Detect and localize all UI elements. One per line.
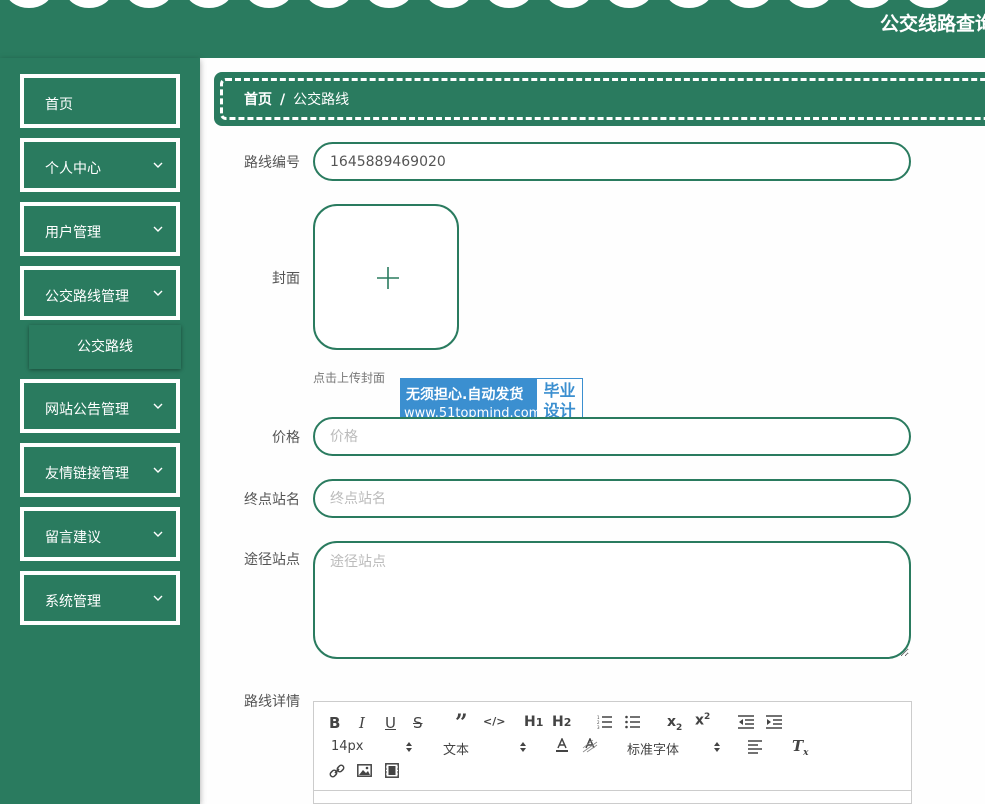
cover-label: 封面 [272, 271, 300, 287]
clean-format-icon[interactable]: Tx [792, 737, 809, 758]
sidebar-item-personal-center[interactable]: 个人中心 [20, 138, 180, 192]
header-scallop-decoration [186, 0, 232, 8]
watermark-ad-slogan: 无须担心.自动发货 [406, 387, 524, 403]
select-arrows-icon [714, 742, 720, 752]
route-number-label: 路线编号 [244, 155, 300, 171]
align-icon[interactable] [748, 740, 764, 754]
via-stops-label: 途径站点 [244, 552, 300, 568]
svg-text:3: 3 [597, 725, 600, 729]
font-family-value: 标准字体 [627, 743, 680, 758]
video-icon[interactable] [385, 763, 399, 778]
app-title: 公交线路查询 [880, 13, 985, 35]
header-scallop-decoration [786, 0, 832, 8]
chevron-down-icon [153, 467, 163, 473]
header-scallop-decoration [126, 0, 172, 8]
chevron-down-icon [153, 226, 163, 232]
link-icon[interactable] [329, 763, 345, 779]
price-field[interactable] [313, 417, 911, 456]
h1-icon[interactable]: H1 [524, 714, 543, 730]
top-header: 公交线路查询 [0, 0, 985, 58]
header-scallop-decoration [366, 0, 412, 8]
chevron-down-icon [153, 290, 163, 296]
h2-icon[interactable]: H2 [552, 714, 571, 730]
sidebar-item-label: 友情链接管理 [45, 466, 129, 482]
sidebar-item-label: 网站公告管理 [45, 402, 129, 418]
header-scallop-decoration [546, 0, 592, 8]
header-scallop-decoration [246, 0, 292, 8]
via-stops-textarea[interactable] [313, 541, 911, 659]
header-scallop-decoration [66, 0, 112, 8]
header-scallop-decoration [486, 0, 532, 8]
sidebar-item-message-suggestions[interactable]: 留言建议 [20, 507, 180, 561]
breadcrumb: 首页 / 公交路线 [214, 72, 985, 126]
header-scallop-decoration [666, 0, 712, 8]
header-scallop-decoration [906, 0, 952, 8]
breadcrumb-home-link[interactable]: 首页 [244, 92, 272, 108]
cover-upload-hint: 点击上传封面 [313, 371, 386, 385]
font-size-value: 14px [331, 739, 364, 754]
cover-upload-button[interactable] [313, 204, 459, 350]
header-scallop-decoration [306, 0, 352, 8]
sidebar-item-bus-route-management[interactable]: 公交路线管理 [20, 266, 180, 320]
blockquote-icon[interactable]: ” [455, 710, 468, 736]
sidebar-item-label: 公交路线管理 [45, 289, 129, 305]
text-color-icon[interactable] [555, 738, 569, 753]
header-scallop-decoration [726, 0, 772, 8]
editor-toolbar: B I U S ” </> H1 H2 123 x2 x2 14px 文本 标准… [314, 702, 911, 791]
header-scallop-decoration [606, 0, 652, 8]
select-arrows-icon [406, 742, 412, 752]
sidebar-item-user-management[interactable]: 用户管理 [20, 202, 180, 256]
font-size-select[interactable]: 14px [331, 739, 413, 754]
strike-icon[interactable]: S [413, 714, 423, 732]
sidebar-item-home[interactable]: 首页 [20, 74, 180, 128]
outdent-icon[interactable] [738, 715, 754, 729]
breadcrumb-current: 公交路线 [293, 92, 350, 108]
sidebar-item-announcement-management[interactable]: 网站公告管理 [20, 379, 180, 433]
plus-icon [377, 267, 399, 289]
header-scallop-decoration [846, 0, 892, 8]
chevron-down-icon [153, 162, 163, 168]
route-number-field[interactable] [313, 142, 911, 181]
rich-text-editor: B I U S ” </> H1 H2 123 x2 x2 14px 文本 标准… [313, 701, 912, 804]
bullet-list-icon[interactable] [625, 715, 641, 729]
font-family-select[interactable]: 标准字体 [627, 739, 721, 758]
sidebar-item-label: 首页 [45, 97, 73, 113]
superscript-icon[interactable]: x2 [695, 712, 710, 729]
chevron-down-icon [153, 595, 163, 601]
sidebar-item-label: 个人中心 [45, 161, 101, 177]
image-icon[interactable] [357, 764, 372, 777]
sidebar-item-friend-link-management[interactable]: 友情链接管理 [20, 443, 180, 497]
subscript-icon[interactable]: x2 [667, 714, 682, 733]
terminal-station-label: 终点站名 [244, 492, 300, 508]
code-block-icon[interactable]: </> [483, 715, 505, 728]
select-arrows-icon [520, 742, 526, 752]
sidebar-item-label: 用户管理 [45, 225, 101, 241]
watermark-badge-line1: 毕业 [543, 381, 576, 400]
underline-icon[interactable]: U [385, 714, 396, 732]
sidebar-item-label: 留言建议 [45, 530, 101, 546]
header-scallop-decoration [6, 0, 52, 8]
italic-icon[interactable]: I [359, 714, 365, 732]
terminal-station-field[interactable] [313, 479, 911, 518]
sidebar: 首页 个人中心 用户管理 公交路线管理 公交路线 网站公告管理 友情链接管理 留… [0, 58, 200, 804]
header-scallop-decoration [426, 0, 472, 8]
header-select[interactable]: 文本 [443, 739, 527, 758]
sidebar-item-system-management[interactable]: 系统管理 [20, 571, 180, 625]
header-select-value: 文本 [443, 743, 470, 758]
background-color-icon[interactable] [582, 738, 598, 753]
route-details-label: 路线详情 [244, 694, 300, 710]
ordered-list-icon[interactable]: 123 [597, 715, 613, 729]
breadcrumb-trail: 首页 / 公交路线 [244, 89, 349, 109]
chevron-down-icon [153, 531, 163, 537]
sidebar-item-label: 系统管理 [45, 594, 101, 610]
editor-content-area[interactable] [314, 792, 911, 804]
bold-icon[interactable]: B [329, 714, 340, 732]
breadcrumb-separator: / [280, 92, 286, 108]
price-label: 价格 [272, 430, 300, 446]
sidebar-subitem-bus-route[interactable]: 公交路线 [29, 325, 181, 369]
chevron-down-icon [153, 403, 163, 409]
indent-icon[interactable] [766, 715, 782, 729]
